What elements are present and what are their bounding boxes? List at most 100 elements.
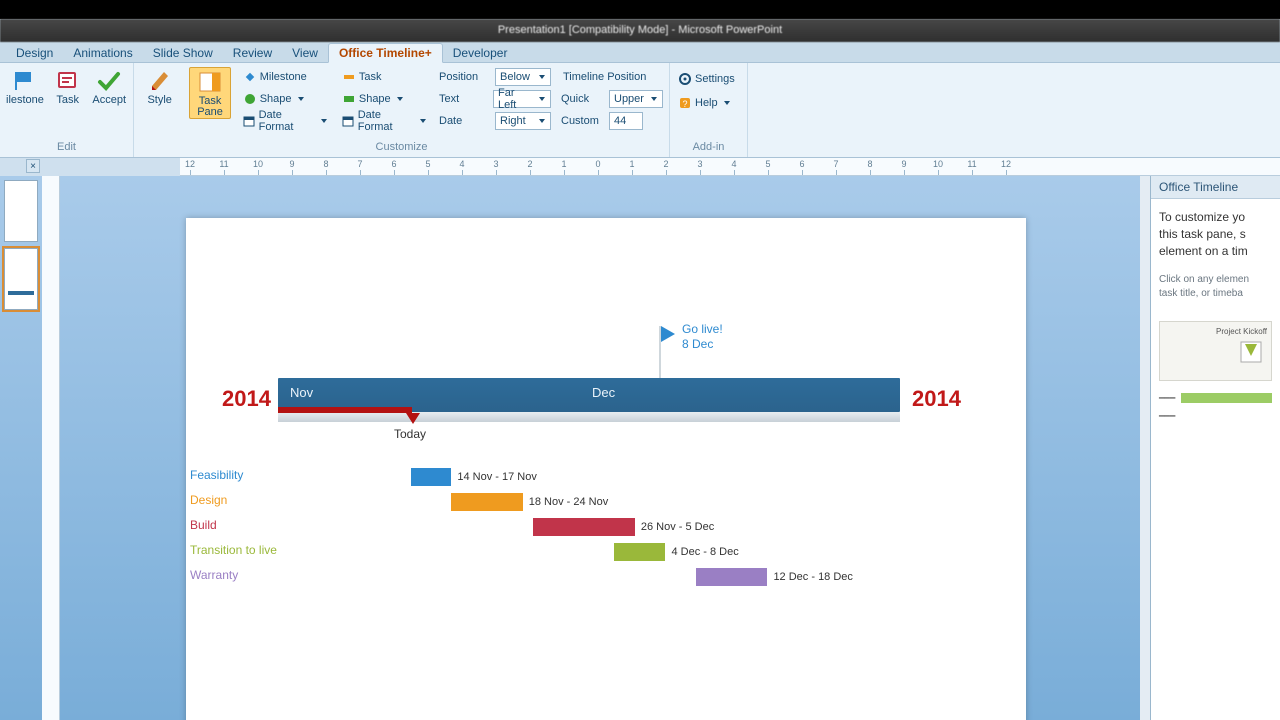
task-name: Design xyxy=(190,493,227,507)
ribbon: ilestone Task Accept Edit xyxy=(0,63,1280,158)
chevron-down-icon xyxy=(396,95,404,103)
task-dates: 18 Nov - 24 Nov xyxy=(529,496,608,508)
task-name: Transition to live xyxy=(190,543,277,557)
milestone-date-format-button[interactable]: Date Format xyxy=(241,111,330,131)
task-label-mini: Task xyxy=(340,67,429,87)
pane-text: To customize yo this task pane, s elemen… xyxy=(1159,209,1272,259)
task-name: Feasibility xyxy=(190,468,243,482)
task-dates: 26 Nov - 5 Dec xyxy=(641,521,714,533)
pane-title: Office Timeline xyxy=(1151,176,1280,199)
text-dropdown[interactable]: Far Left xyxy=(493,90,551,108)
elapsed-bar xyxy=(278,407,412,413)
task-bar[interactable] xyxy=(451,493,522,511)
close-panel-button[interactable]: × xyxy=(26,159,40,173)
milestone-button[interactable]: ilestone xyxy=(6,67,44,107)
month-nov: Nov xyxy=(290,385,313,400)
gear-icon xyxy=(678,72,692,86)
thumbnail-1[interactable] xyxy=(4,180,38,242)
custom-input[interactable]: 44 xyxy=(609,112,643,130)
bar-icon xyxy=(342,70,356,84)
milestone-shape-button[interactable]: Shape xyxy=(241,89,330,109)
tab-animations[interactable]: Animations xyxy=(63,44,142,62)
month-dec: Dec xyxy=(592,385,615,400)
vertical-ruler xyxy=(42,176,60,720)
chevron-down-icon xyxy=(723,99,731,107)
task-row[interactable]: Feasibility 14 Nov - 17 Nov xyxy=(186,468,1026,490)
task-date-format-button[interactable]: Date Format xyxy=(340,111,429,131)
office-timeline-pane: Office Timeline To customize yo this tas… xyxy=(1150,176,1280,720)
chevron-down-icon xyxy=(538,117,546,125)
task-row[interactable]: Warranty 12 Dec - 18 Dec xyxy=(186,568,1026,590)
calendar-icon xyxy=(243,114,256,128)
window-title: Presentation1 [Compatibility Mode] - Mic… xyxy=(498,24,782,36)
task-row[interactable]: Transition to live 4 Dec - 8 Dec xyxy=(186,543,1026,565)
task-button[interactable]: Task xyxy=(50,67,86,107)
chevron-down-icon xyxy=(320,117,328,125)
date-dropdown[interactable]: Right xyxy=(495,112,551,130)
tab-design[interactable]: Design xyxy=(6,44,63,62)
timeline-position-label: Timeline Position xyxy=(561,67,663,87)
group-label-addin: Add-in xyxy=(670,141,747,157)
task-pane-button[interactable]: Task Pane xyxy=(189,67,230,119)
task-dates: 14 Nov - 17 Nov xyxy=(457,471,536,483)
task-icon xyxy=(55,69,81,93)
task-row[interactable]: Design 18 Nov - 24 Nov xyxy=(186,493,1026,515)
help-icon: ? xyxy=(678,96,692,110)
custom-label: Custom xyxy=(561,115,605,127)
slide-canvas[interactable]: 2014 2014 Nov Dec Today Go live! 8 Dec F… xyxy=(186,218,1026,720)
milestone-label: Milestone xyxy=(241,67,330,87)
help-button[interactable]: ? Help xyxy=(676,93,737,113)
task-dates: 4 Dec - 8 Dec xyxy=(671,546,738,558)
tab-slide-show[interactable]: Slide Show xyxy=(143,44,223,62)
today-marker-icon[interactable] xyxy=(406,413,420,424)
date-label: Date xyxy=(439,115,491,127)
milestone-text: Go live! 8 Dec xyxy=(682,322,723,352)
task-bar[interactable] xyxy=(533,518,635,536)
text-label: Text xyxy=(439,93,489,105)
task-bar[interactable] xyxy=(614,543,665,561)
task-pane-icon xyxy=(197,70,223,94)
app-window: Presentation1 [Compatibility Mode] - Mic… xyxy=(0,19,1280,720)
task-dates: 12 Dec - 18 Dec xyxy=(773,571,852,583)
vertical-scrollbar[interactable] xyxy=(1140,176,1150,720)
calendar-icon xyxy=(342,114,355,128)
chevron-down-icon xyxy=(538,73,546,81)
position-dropdown[interactable]: Below xyxy=(495,68,551,86)
chevron-down-icon xyxy=(650,95,658,103)
tab-developer[interactable]: Developer xyxy=(443,44,518,62)
chevron-down-icon xyxy=(419,117,427,125)
year-left: 2014 xyxy=(222,386,271,412)
flag-icon[interactable] xyxy=(661,326,675,342)
chevron-down-icon xyxy=(538,95,546,103)
thumbnail-2[interactable] xyxy=(4,248,38,310)
diamond-icon xyxy=(243,70,257,84)
accept-button[interactable]: Accept xyxy=(91,67,127,107)
settings-button[interactable]: Settings xyxy=(676,69,737,89)
timeline-shelf xyxy=(278,412,900,422)
task-row[interactable]: Build 26 Nov - 5 Dec xyxy=(186,518,1026,540)
milestone-icon xyxy=(12,69,38,93)
group-label-edit: Edit xyxy=(0,141,133,157)
quick-dropdown[interactable]: Upper xyxy=(609,90,663,108)
svg-text:?: ? xyxy=(682,99,687,109)
slide-area: 2014 2014 Nov Dec Today Go live! 8 Dec F… xyxy=(60,176,1150,720)
quick-label: Quick xyxy=(561,93,605,105)
task-bar[interactable] xyxy=(696,568,767,586)
task-shape-button[interactable]: Shape xyxy=(340,89,429,109)
work-area: 2014 2014 Nov Dec Today Go live! 8 Dec F… xyxy=(0,176,1280,720)
tab-review[interactable]: Review xyxy=(223,44,282,62)
position-label: Position xyxy=(439,71,491,83)
tab-office-timeline[interactable]: Office Timeline+ xyxy=(328,43,443,63)
title-bar: Presentation1 [Compatibility Mode] - Mic… xyxy=(0,19,1280,42)
task-name: Build xyxy=(190,518,217,532)
task-name: Warranty xyxy=(190,568,238,582)
style-button[interactable]: Style xyxy=(140,67,179,107)
group-label-customize: Customize xyxy=(134,141,669,157)
check-icon xyxy=(96,69,122,93)
slide-thumbnails xyxy=(0,176,42,720)
tab-view[interactable]: View xyxy=(282,44,328,62)
task-bar[interactable] xyxy=(411,468,452,486)
pane-note: Click on any elemen task title, or timeb… xyxy=(1159,273,1272,301)
year-right: 2014 xyxy=(912,386,961,412)
ribbon-tabs: Design Animations Slide Show Review View… xyxy=(0,42,1280,63)
